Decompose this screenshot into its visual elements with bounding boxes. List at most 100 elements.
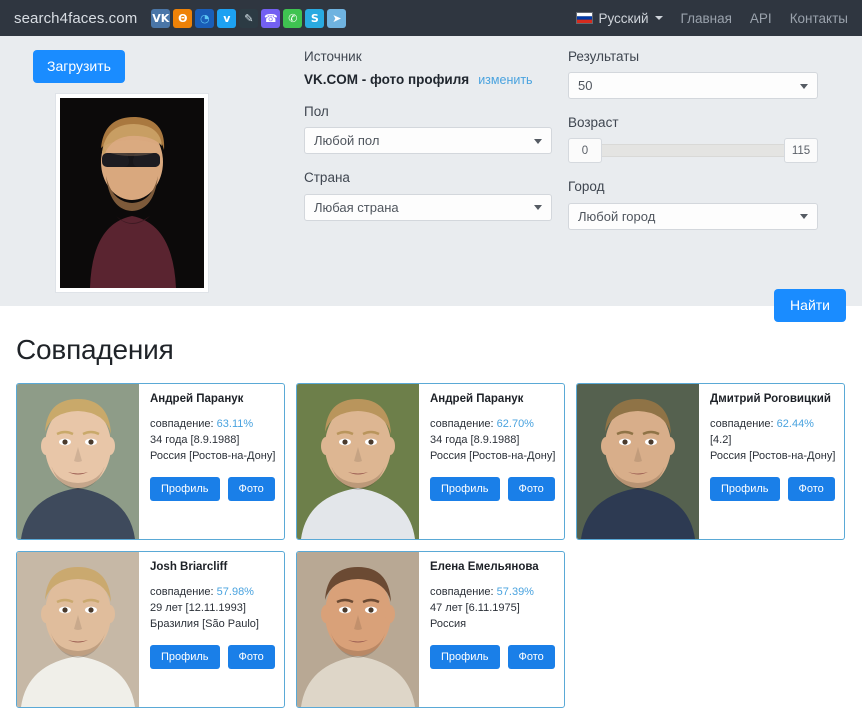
chevron-down-icon <box>534 138 542 144</box>
match-score-prefix: совпадение: <box>430 585 497 598</box>
nav-link-contacts[interactable]: Контакты <box>790 11 848 26</box>
chevron-down-icon <box>654 16 663 20</box>
photo-button[interactable]: Фото <box>507 644 555 669</box>
match-location: Россия <box>430 617 467 630</box>
photo-button[interactable]: Фото <box>227 476 275 501</box>
match-score-line: совпадение: 57.39% <box>430 585 556 601</box>
age-min-value[interactable]: 0 <box>568 138 602 164</box>
match-card-body: Андрей Паранук совпадение: 62.70% 34 года … <box>419 384 564 539</box>
find-button[interactable]: Найти <box>774 289 846 322</box>
match-location: Россия [Ростов-на-Дону] <box>150 449 276 462</box>
match-photo[interactable] <box>577 384 699 539</box>
city-select[interactable]: Любой город <box>568 202 818 230</box>
match-location: Бразилия [São Paulo] <box>150 617 259 630</box>
change-source-link[interactable]: изменить <box>478 73 532 87</box>
source-value: VK.COM - фото профиля <box>304 72 470 88</box>
match-score-value: 62.44% <box>776 417 814 430</box>
match-card[interactable]: Josh Briarcliff совпадение: 57.98% 29 лет … <box>16 551 285 708</box>
gender-select[interactable]: Любой пол <box>304 127 552 155</box>
photo-button[interactable]: Фото <box>787 476 835 501</box>
match-card[interactable]: Елена Емельянова совпадение: 57.39% 47 лет… <box>296 551 565 708</box>
match-card-actions: Профиль Фото <box>150 644 276 669</box>
match-card-actions: Профиль Фото <box>150 476 276 501</box>
match-location: Россия [Ростов-на-Дону] <box>430 449 556 462</box>
match-photo[interactable] <box>17 384 139 539</box>
search-panel-inner: Загрузить Источник VK.COM - фото профиля… <box>16 46 846 322</box>
match-card-grid: Андрей Паранук совпадение: 63.11% 34 года … <box>16 383 846 708</box>
match-score-prefix: совпадение: <box>150 417 217 430</box>
matches-inner: Совпадения Андрей Паранук совпадение: 63.… <box>16 334 846 708</box>
russian-flag-icon <box>576 12 594 24</box>
match-card[interactable]: Дмитрий Роговицкий совпадение: 62.44% [4.2… <box>576 383 845 540</box>
country-field: Страна Любая страна <box>304 170 552 221</box>
match-location: Россия [Ростов-на-Дону] <box>710 449 836 462</box>
page-root: search4faces.com VK Θ ◔ ᴠ ✎ ☎ ✆ S ➤ Русский Глав… <box>0 0 862 708</box>
city-field: Город Любой город <box>568 179 818 230</box>
age-max-value[interactable]: 115 <box>784 138 818 164</box>
city-select-value: Любой город <box>578 208 656 224</box>
profile-button[interactable]: Профиль <box>430 644 500 669</box>
skype-icon[interactable]: S <box>305 8 325 28</box>
country-label: Страна <box>304 170 350 186</box>
age-range-track[interactable] <box>602 144 784 158</box>
filters-column-left: Источник VK.COM - фото профиля изменить … <box>304 49 552 237</box>
tiktok-icon[interactable]: ✎ <box>239 8 259 28</box>
match-card-actions: Профиль Фото <box>710 476 836 501</box>
match-score-value: 57.98% <box>216 585 254 598</box>
nav-link-api[interactable]: API <box>750 11 772 26</box>
age-range-slider[interactable]: 0 115 <box>568 138 818 164</box>
match-age: 47 лет [6.11.1975] <box>430 601 520 614</box>
navbar-right: Русский Главная API Контакты <box>576 11 848 26</box>
profile-button[interactable]: Профиль <box>150 644 220 669</box>
twitter-icon[interactable]: ᴠ <box>217 8 237 28</box>
country-select-value: Любая страна <box>314 199 399 215</box>
match-score-value: 57.39% <box>496 585 534 598</box>
match-photo[interactable] <box>297 384 419 539</box>
moimir-icon[interactable]: ◔ <box>195 8 215 28</box>
match-card-actions: Профиль Фото <box>430 644 556 669</box>
results-select[interactable]: 50 <box>568 72 818 100</box>
results-select-value: 50 <box>578 78 593 94</box>
age-label: Возраст <box>568 115 619 131</box>
match-score-line: совпадение: 62.44% <box>710 417 836 433</box>
match-score-value: 62.70% <box>496 417 534 430</box>
upload-button[interactable]: Загрузить <box>33 50 125 83</box>
whatsapp-icon[interactable]: ✆ <box>283 8 303 28</box>
results-field: Результаты 50 <box>568 49 818 100</box>
profile-button[interactable]: Профиль <box>430 476 500 501</box>
match-age: [4.2] <box>710 433 732 446</box>
match-score-line: совпадение: 62.70% <box>430 417 556 433</box>
match-score-line: совпадение: 57.98% <box>150 585 276 601</box>
uploaded-photo-frame <box>56 94 208 292</box>
profile-button[interactable]: Профиль <box>710 476 780 501</box>
site-brand[interactable]: search4faces.com <box>14 10 137 27</box>
uploaded-photo[interactable] <box>60 98 204 288</box>
matches-section: Совпадения Андрей Паранук совпадение: 63.… <box>0 334 862 708</box>
match-age: 34 года [8.9.1988] <box>150 433 240 446</box>
nav-link-home[interactable]: Главная <box>681 11 732 26</box>
vk-icon[interactable]: VK <box>151 8 171 28</box>
photo-button[interactable]: Фото <box>507 476 555 501</box>
match-card[interactable]: Андрей Паранук совпадение: 62.70% 34 года … <box>296 383 565 540</box>
match-card[interactable]: Андрей Паранук совпадение: 63.11% 34 года … <box>16 383 285 540</box>
odnoklassniki-icon[interactable]: Θ <box>173 8 193 28</box>
viber-icon[interactable]: ☎ <box>261 8 281 28</box>
match-photo[interactable] <box>297 552 419 707</box>
photo-button[interactable]: Фото <box>227 644 275 669</box>
search-panel: Загрузить Источник VK.COM - фото профиля… <box>0 36 862 322</box>
match-score-prefix: совпадение: <box>430 417 497 430</box>
match-card-body: Дмитрий Роговицкий совпадение: 62.44% [4.2… <box>699 384 844 539</box>
social-icon-list: VK Θ ◔ ᴠ ✎ ☎ ✆ S ➤ <box>151 8 347 28</box>
profile-button[interactable]: Профиль <box>150 476 220 501</box>
match-card-body: Елена Емельянова совпадение: 57.39% 47 лет… <box>419 552 564 707</box>
top-navbar: search4faces.com VK Θ ◔ ᴠ ✎ ☎ ✆ S ➤ Русский Глав… <box>0 0 862 36</box>
chevron-down-icon <box>534 205 542 211</box>
telegram-icon[interactable]: ➤ <box>327 8 347 28</box>
match-name: Josh Briarcliff <box>150 561 228 573</box>
match-photo[interactable] <box>17 552 139 707</box>
language-selector[interactable]: Русский <box>576 11 663 26</box>
match-card-body: Андрей Паранук совпадение: 63.11% 34 года … <box>139 384 284 539</box>
city-label: Город <box>568 179 605 195</box>
filters-column-right: Результаты 50 Возраст 0 115 Город Любой … <box>568 49 818 246</box>
country-select[interactable]: Любая страна <box>304 193 552 221</box>
